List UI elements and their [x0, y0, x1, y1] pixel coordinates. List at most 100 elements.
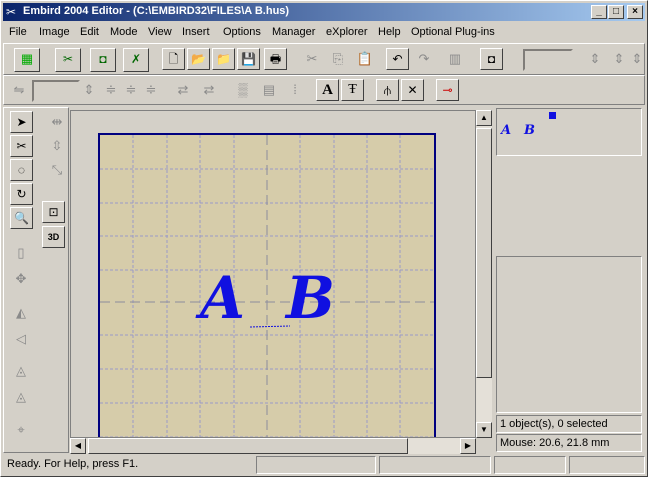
embroidery-letter-b[interactable]: B — [286, 267, 335, 329]
menu-help[interactable]: Help — [378, 26, 401, 38]
camera-button[interactable]: ◘ — [90, 48, 116, 72]
horizontal-scroll-thumb[interactable] — [88, 438, 408, 454]
node-tool-button[interactable]: ⫛ — [376, 79, 399, 101]
spin-4-icon[interactable]: ⇕ — [82, 79, 96, 101]
stitch-info-icon[interactable]: ▥ — [444, 48, 466, 70]
move-icon[interactable]: ✥ — [10, 268, 32, 290]
stitch-3-icon[interactable]: ⁞ — [284, 79, 306, 101]
menu-optional-plugins[interactable]: Optional Plug-ins — [411, 26, 495, 38]
hoop-grid — [100, 135, 434, 437]
break-tool-button[interactable]: ✕ — [401, 79, 424, 101]
delete-area-button[interactable]: ✗ — [123, 48, 149, 72]
menu-mode[interactable]: Mode — [110, 26, 138, 38]
preview-panel[interactable]: A B — [496, 108, 642, 156]
rotate-left-icon[interactable]: ◬ — [10, 360, 32, 382]
status-message: Ready. For Help, press F1. — [3, 456, 253, 474]
stitch-2-icon[interactable]: ▤ — [258, 79, 280, 101]
new-file-button[interactable]: 🗋 — [162, 48, 185, 70]
embroidery-letter-a[interactable]: A — [200, 267, 245, 329]
paste-icon[interactable]: 📋 — [354, 48, 376, 70]
menu-manager[interactable]: Manager — [272, 26, 315, 38]
align-1-icon[interactable]: ≑ — [100, 79, 122, 101]
rotate-right-icon[interactable]: ◬ — [10, 386, 32, 408]
scroll-right-button[interactable]: ▶ — [460, 438, 476, 454]
stop-button[interactable]: ◘ — [480, 48, 503, 70]
text-tool-button[interactable]: A — [316, 79, 339, 101]
canvas-area[interactable]: A B — [70, 110, 476, 438]
scale-icon[interactable]: ⇋ — [8, 79, 30, 101]
vertical-scrollbar[interactable]: ▲ ▼ — [476, 110, 492, 438]
view-3d-button[interactable]: 3D — [42, 226, 65, 248]
status-text: Ready. For Help, press F1. — [7, 458, 139, 470]
save-file-button[interactable]: 💾 — [237, 48, 260, 70]
print-button[interactable]: 🖶 — [264, 48, 287, 70]
objects-info: 1 object(s), 0 selected — [496, 415, 642, 433]
cut-icon[interactable]: ✂ — [301, 48, 323, 70]
menu-view[interactable]: View — [148, 26, 172, 38]
key-button[interactable]: ⊸ — [436, 79, 459, 101]
value-field-1[interactable] — [523, 49, 573, 71]
menu-insert[interactable]: Insert — [182, 26, 210, 38]
title-bar: ✂ Embird 2004 Editor - (C:\EMBIRD32\FILE… — [3, 3, 645, 21]
flip-horizontal-icon[interactable]: ◭ — [10, 302, 32, 324]
center-icon[interactable]: ⌖ — [10, 419, 32, 441]
mouse-position-text: Mouse: 20.6, 21.8 mm — [500, 437, 610, 449]
vertical-resize-icon[interactable]: ⇳ — [46, 135, 68, 157]
minimize-button[interactable]: _ — [591, 5, 607, 19]
open-file-button[interactable]: 📂 — [187, 48, 210, 70]
embird-app-icon[interactable]: ✂ — [6, 5, 20, 19]
lasso-tool-button[interactable]: ◌ — [10, 159, 33, 181]
zoom-tool-button[interactable]: 🔍 — [10, 207, 33, 229]
rotate-tool-button[interactable]: ↻ — [10, 183, 33, 205]
preview-marker — [549, 112, 556, 119]
mirror-2-icon[interactable]: ⇄ — [198, 79, 220, 101]
copy-icon[interactable]: ⎘ — [327, 48, 349, 70]
stitch-1-icon[interactable]: ▒ — [232, 79, 254, 101]
maximize-button[interactable]: □ — [608, 5, 624, 19]
color-palette-panel[interactable] — [496, 256, 642, 413]
menu-options[interactable]: Options — [223, 26, 261, 38]
spin-2-icon[interactable]: ⇕ — [608, 48, 630, 70]
properties-panel — [496, 156, 642, 254]
pointer-tool-button[interactable]: ➤ — [10, 111, 33, 133]
align-3-icon[interactable]: ≑ — [140, 79, 162, 101]
horizontal-scrollbar[interactable]: ◀ ▶ — [70, 438, 476, 454]
scroll-left-button[interactable]: ◀ — [70, 438, 86, 454]
scroll-down-button[interactable]: ▼ — [476, 422, 492, 438]
merge-file-button[interactable]: 📁 — [212, 48, 235, 70]
mouse-position: Mouse: 20.6, 21.8 mm — [496, 434, 642, 452]
left-toolbox: ➤ ✂ ◌ ↻ 🔍 ⇹ ⇳ ⤡ ⊡ 3D ▯ ✥ ◭ ◁ ◬ ◬ ⌖ — [3, 107, 69, 453]
status-pane-2 — [379, 456, 491, 474]
embroidery-hoop[interactable]: A B — [98, 133, 436, 437]
frame-view-button[interactable]: ⊡ — [42, 201, 65, 223]
toolbar-secondary: ⇋ ⇕ ≑ ≑ ≑ ⇄ ⇄ ▒ ▤ ⁞ A Ŧ ⫛ ✕ ⊸ — [3, 75, 645, 105]
status-pane-1 — [256, 456, 376, 474]
spin-3-icon[interactable]: ⇕ — [630, 48, 644, 70]
scroll-up-button[interactable]: ▲ — [476, 110, 492, 126]
value-field-2[interactable] — [32, 80, 80, 102]
corner-resize-icon[interactable]: ⤡ — [46, 159, 68, 181]
spin-1-icon[interactable]: ⇕ — [584, 48, 606, 70]
menu-file[interactable]: File — [9, 26, 27, 38]
redo-icon[interactable]: ↷ — [413, 48, 435, 70]
hoop-grid-button[interactable]: ▦ — [14, 48, 40, 72]
objects-info-text: 1 object(s), 0 selected — [500, 418, 608, 430]
editor-window: ✂ Embird 2004 Editor - (C:\EMBIRD32\FILE… — [0, 0, 648, 477]
status-pane-4 — [569, 456, 645, 474]
vertical-scroll-thumb[interactable] — [476, 128, 492, 378]
undo-button[interactable]: ↶ — [386, 48, 409, 70]
horizontal-resize-icon[interactable]: ⇹ — [46, 111, 68, 133]
page-icon[interactable]: ▯ — [10, 242, 32, 264]
align-2-icon[interactable]: ≑ — [120, 79, 142, 101]
menu-bar: File Image Edit Mode View Insert Options… — [3, 23, 645, 41]
window-title: Embird 2004 Editor - (C:\EMBIRD32\FILES\… — [23, 5, 290, 17]
menu-edit[interactable]: Edit — [80, 26, 99, 38]
menu-image[interactable]: Image — [39, 26, 70, 38]
monogram-tool-button[interactable]: Ŧ — [341, 79, 364, 101]
menu-explorer[interactable]: eXplorer — [326, 26, 368, 38]
flip-vertical-icon[interactable]: ◁ — [10, 328, 32, 350]
mirror-1-icon[interactable]: ⇄ — [172, 79, 194, 101]
scissor-tool-button[interactable]: ✂ — [10, 135, 33, 157]
close-button[interactable]: × — [627, 5, 643, 19]
select-area-button[interactable]: ✂ — [55, 48, 81, 72]
